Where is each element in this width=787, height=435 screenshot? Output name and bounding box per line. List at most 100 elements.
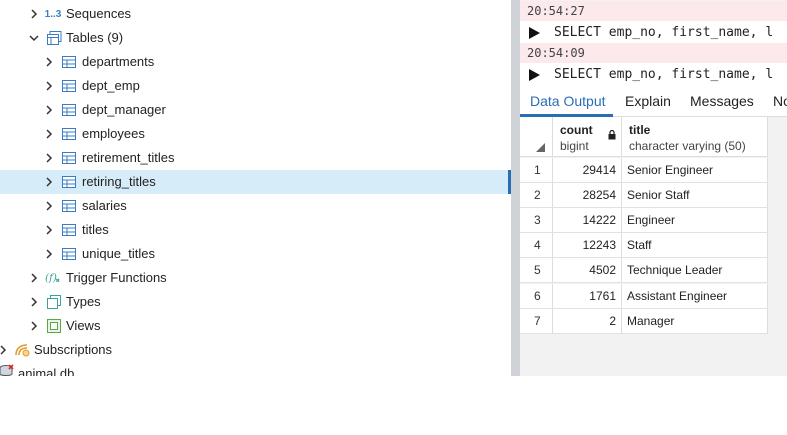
table-row[interactable]: 6 1761 Assistant Engineer <box>520 284 768 309</box>
tree-item-label: retiring_titles <box>82 174 156 189</box>
chevron-right-icon[interactable] <box>29 9 39 19</box>
subscriptions-icon <box>13 340 31 358</box>
grid-corner[interactable] <box>520 117 553 157</box>
table-row[interactable]: 4 12243 Staff <box>520 233 768 258</box>
column-type: bigint <box>560 139 589 153</box>
tree-item-table-departments[interactable]: departments <box>0 50 511 74</box>
tree-item-label: Subscriptions <box>34 342 113 357</box>
tree-item-label: retirement_titles <box>82 150 175 165</box>
chevron-right-icon[interactable] <box>29 297 39 307</box>
row-number[interactable]: 4 <box>520 233 553 257</box>
row-number[interactable]: 6 <box>520 284 553 308</box>
tab-messages[interactable]: Messages <box>690 87 754 116</box>
row-number[interactable]: 7 <box>520 309 553 333</box>
row-number[interactable]: 2 <box>520 183 553 207</box>
chevron-right-icon[interactable] <box>44 201 54 211</box>
table-row[interactable]: 3 14222 Engineer <box>520 208 768 233</box>
tree-item-label: Tables (9) <box>66 30 124 45</box>
cell-count[interactable]: 14222 <box>553 208 622 232</box>
tree-item-table-salaries[interactable]: salaries <box>0 194 511 218</box>
row-number[interactable]: 3 <box>520 208 553 232</box>
chevron-right-icon[interactable] <box>44 129 54 139</box>
tab-data-output[interactable]: Data Output <box>520 87 612 117</box>
cell-count[interactable]: 12243 <box>553 233 622 257</box>
tree-item-label: animal.db <box>18 366 75 376</box>
table-icon <box>61 54 77 70</box>
tree-item-table-dept-manager[interactable]: dept_manager <box>0 98 511 122</box>
column-name: title <box>629 123 651 137</box>
chevron-down-icon[interactable] <box>29 33 39 43</box>
tree-item-label: titles <box>82 222 109 237</box>
tree-item-table-dept-emp[interactable]: dept_emp <box>0 74 511 98</box>
cell-count[interactable]: 1761 <box>553 284 622 308</box>
cell-count[interactable]: 29414 <box>553 158 622 182</box>
cell-title[interactable]: Senior Engineer <box>622 158 768 182</box>
panel-splitter[interactable] <box>511 0 520 376</box>
table-icon <box>61 198 77 214</box>
history-query[interactable]: SELECT emp_no, first_name, l <box>520 21 787 45</box>
tree-item-tables[interactable]: Tables (9) <box>0 26 511 50</box>
tree-item-label: unique_titles <box>82 246 155 261</box>
chevron-right-icon[interactable] <box>44 177 54 187</box>
chevron-right-icon[interactable] <box>44 249 54 259</box>
tree-item-types[interactable]: Types <box>0 290 511 314</box>
tree-item-database-animal[interactable]: animal.db <box>0 362 511 376</box>
play-icon <box>529 69 540 81</box>
tree-item-sequences[interactable]: 1..3 Sequences <box>0 2 511 26</box>
tree-item-label: Trigger Functions <box>66 270 167 285</box>
cell-count[interactable]: 28254 <box>553 183 622 207</box>
chevron-right-icon[interactable] <box>44 57 54 67</box>
cell-title[interactable]: Senior Staff <box>622 183 768 207</box>
tree-item-trigger-functions[interactable]: (f) Trigger Functions <box>0 266 511 290</box>
tree-item-table-employees[interactable]: employees <box>0 122 511 146</box>
history-query[interactable]: SELECT emp_no, first_name, l <box>520 63 787 87</box>
table-icon <box>61 222 77 238</box>
tree-item-label: salaries <box>82 198 127 213</box>
tab-notifications[interactable]: No <box>773 87 787 116</box>
cell-title[interactable]: Manager <box>622 309 768 333</box>
row-number[interactable]: 1 <box>520 158 553 182</box>
chevron-right-icon[interactable] <box>44 225 54 235</box>
chevron-right-icon[interactable] <box>44 81 54 91</box>
tree-item-label: dept_emp <box>82 78 140 93</box>
result-tabs: Data Output Explain Messages No <box>520 87 787 117</box>
history-query-text: SELECT emp_no, first_name, l <box>554 67 774 82</box>
tree-item-table-retiring-titles[interactable]: retiring_titles <box>0 170 511 194</box>
table-icon <box>61 150 77 166</box>
chevron-right-icon[interactable] <box>29 321 39 331</box>
types-icon <box>46 294 62 310</box>
table-row[interactable]: 5 4502 Technique Leader <box>520 258 768 283</box>
views-icon <box>46 318 62 334</box>
tree-item-subscriptions[interactable]: Subscriptions <box>0 338 511 362</box>
sort-corner-icon <box>536 143 545 152</box>
chevron-right-icon[interactable] <box>44 153 54 163</box>
tree-item-table-retirement-titles[interactable]: retirement_titles <box>0 146 511 170</box>
cell-title[interactable]: Engineer <box>622 208 768 232</box>
trigger-functions-icon: (f) <box>45 269 61 285</box>
cell-count[interactable]: 2 <box>553 309 622 333</box>
row-number[interactable]: 5 <box>520 258 553 282</box>
table-row[interactable]: 7 2 Manager <box>520 309 768 334</box>
tree-item-table-unique-titles[interactable]: unique_titles <box>0 242 511 266</box>
table-row[interactable]: 1 29414 Senior Engineer <box>520 158 768 183</box>
column-header-title[interactable]: title character varying (50) <box>622 117 768 157</box>
history-query-text: SELECT emp_no, first_name, l <box>554 25 774 40</box>
tab-explain[interactable]: Explain <box>625 87 671 116</box>
lock-icon <box>608 130 616 140</box>
cell-title[interactable]: Technique Leader <box>622 258 768 282</box>
cell-count[interactable]: 4502 <box>553 258 622 282</box>
cell-title[interactable]: Assistant Engineer <box>622 284 768 308</box>
chevron-right-icon[interactable] <box>44 105 54 115</box>
tables-icon <box>46 30 62 46</box>
table-row[interactable]: 2 28254 Senior Staff <box>520 183 768 208</box>
column-header-count[interactable]: count bigint <box>553 117 622 157</box>
sequences-icon: 1..3 <box>44 8 62 20</box>
table-icon <box>61 126 77 142</box>
table-icon <box>61 246 77 262</box>
tree-item-table-titles[interactable]: titles <box>0 218 511 242</box>
cell-title[interactable]: Staff <box>622 233 768 257</box>
chevron-right-icon[interactable] <box>0 345 8 355</box>
object-browser-tree: 1..3 Sequences Tables (9) departments de… <box>0 0 511 376</box>
tree-item-views[interactable]: Views <box>0 314 511 338</box>
chevron-right-icon[interactable] <box>29 273 39 283</box>
